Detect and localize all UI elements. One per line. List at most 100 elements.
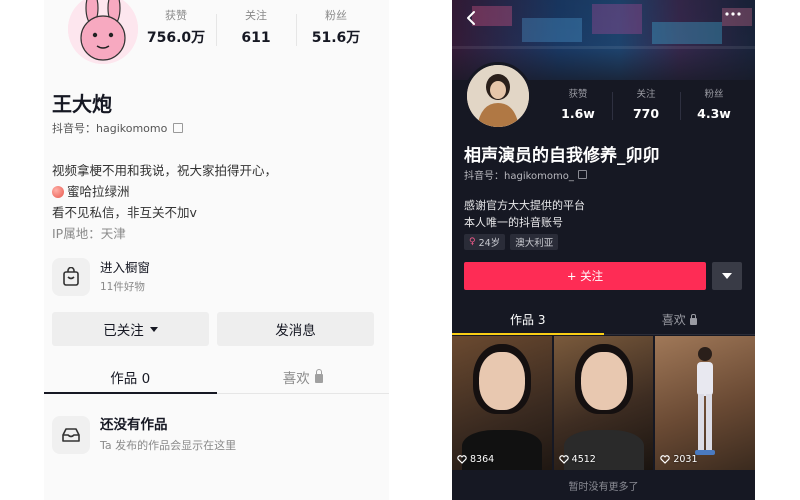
no-more-footer: 暂时没有更多了 [568,482,639,493]
shop-window-entry[interactable]: 进入橱窗 11件好物 [52,258,150,296]
empty-subtitle: Ta 发布的作品会显示在这里 [100,439,237,452]
right-handle-row: 抖音号：hagikomomo_ [464,167,587,182]
profile-avatar[interactable] [464,62,532,130]
bio-line: 蜜哈拉绿洲 [67,184,130,199]
copy-icon[interactable] [173,123,184,133]
video-like-count: 4512 [558,454,596,465]
thumbnail-face [478,352,525,410]
video-like-count: 8364 [457,454,494,465]
lock-icon [689,313,697,325]
send-message-button[interactable]: 发消息 [217,312,374,346]
bunny-avatar-icon [68,0,138,64]
copy-icon[interactable] [577,170,587,179]
stat-label: 获赞 [568,89,588,100]
dark-profile-screen: 获赞 1.6w 关注 770 粉丝 4.3w 相声演员的自我修养_卯卯 抖音号：… [452,0,755,500]
stat-label: 关注 [245,9,267,22]
stat-label: 获赞 [165,9,187,22]
age-tag: ♀ 24岁 [464,234,506,250]
follow-action-row: + 关注 [464,262,742,290]
thumbnail-face [580,352,627,410]
light-profile-screen: 获赞 756.0万 关注 611 粉丝 51.6万 王大炮 抖音号：hagiko… [44,0,389,500]
left-stat-following[interactable]: 关注 611 [216,8,296,52]
tag-label: 24岁 [478,238,501,249]
left-stat-likes[interactable]: 获赞 756.0万 [136,8,216,52]
right-profile-name: 相声演员的自我修养_卯卯 [464,146,660,166]
message-label: 发消息 [275,323,316,339]
left-action-buttons: 已关注 发消息 [52,312,374,346]
shopping-bag-icon [52,258,90,296]
thumbnail-figure [695,347,716,455]
like-count-text: 4512 [571,454,596,465]
left-profile-name: 王大炮 [52,92,112,116]
follow-label: + 关注 [566,269,604,283]
caret-down-icon [149,326,158,332]
ip-location: IP属地：天津 [52,226,126,241]
right-stats-row: 获赞 1.6w 关注 770 粉丝 4.3w [544,88,748,124]
bio-line: 视频拿梗不用和我说，祝大家拍得开心， [52,163,278,178]
bunny-avatar[interactable] [68,0,138,64]
back-arrow-icon[interactable] [464,10,480,26]
avatar-photo [467,65,529,127]
left-stats-row: 获赞 756.0万 关注 611 粉丝 51.6万 [136,8,376,52]
stat-value: 611 [241,30,271,46]
tab-label: 作品 0 [110,370,151,387]
left-handle-text: 抖音号：hagikomomo [52,122,168,135]
peach-emoji-icon [52,186,64,198]
right-handle-text: 抖音号：hagikomomo_ [464,171,574,182]
stat-value: 4.3w [697,106,731,121]
video-thumbnail[interactable]: 8364 [452,336,552,470]
caret-down-icon [722,273,732,279]
stat-value: 1.6w [561,106,595,121]
heart-outline-icon [558,455,569,464]
bio-line: 看不见私信，非互关不加v [52,205,197,220]
empty-title: 还没有作品 [100,417,168,433]
empty-works-state: 还没有作品 Ta 发布的作品会显示在这里 [52,416,236,454]
left-handle-row: 抖音号：hagikomomo [52,120,184,136]
video-thumbnail[interactable]: 4512 [553,336,654,470]
stat-label: 粉丝 [325,9,347,22]
stat-label: 关注 [636,89,656,100]
right-stat-following[interactable]: 关注 770 [612,88,680,124]
right-stat-likes[interactable]: 获赞 1.6w [544,88,612,124]
tab-likes[interactable]: 喜欢 [217,360,390,393]
more-dots-icon[interactable] [725,12,741,16]
right-stat-followers[interactable]: 粉丝 4.3w [680,88,748,124]
tab-label: 喜欢 [661,313,686,327]
left-tabs: 作品 0 喜欢 [44,360,389,394]
stat-value: 770 [632,106,660,121]
like-count-text: 8364 [470,454,495,465]
shop-subtitle: 11件好物 [100,280,145,293]
tab-label: 喜欢 [282,370,310,387]
video-thumbnail[interactable]: 2031 [655,336,755,470]
heart-outline-icon [457,455,467,464]
bio-line-with-emoji: 蜜哈拉绿洲 [52,181,277,202]
more-options-dropdown-button[interactable] [712,262,742,290]
tab-works[interactable]: 作品 3 [452,305,604,335]
video-grid: 8364 4512 2031 [452,336,755,470]
following-label: 已关注 [103,323,144,339]
like-count-text: 2031 [673,454,698,465]
heart-outline-icon [660,455,671,464]
tab-works[interactable]: 作品 0 [44,360,217,394]
right-bio: 感谢官方大大提供的平台 本人唯一的抖音账号 [464,197,585,231]
following-button[interactable]: 已关注 [52,312,209,346]
tab-label: 作品 3 [510,313,546,327]
right-tabs: 作品 3 喜欢 [452,305,755,335]
follow-button[interactable]: + 关注 [464,262,706,290]
shop-title: 进入橱窗 [100,259,151,275]
stat-label: 粉丝 [704,89,724,100]
tag-label: 澳大利亚 [515,238,554,249]
profile-tags: ♀ 24岁 澳大利亚 [464,234,559,250]
bio-line: 感谢官方大大提供的平台 [464,199,585,212]
lock-icon [314,368,323,383]
tab-likes[interactable]: 喜欢 [604,305,756,334]
inbox-tray-icon [52,416,90,454]
left-stat-followers[interactable]: 粉丝 51.6万 [296,8,376,52]
video-like-count: 2031 [660,454,698,465]
bio-line: 本人唯一的抖音账号 [464,216,563,229]
stat-value: 756.0万 [146,30,206,46]
stat-value: 51.6万 [311,30,361,46]
location-tag: 澳大利亚 [510,234,559,250]
female-symbol-icon: ♀ [469,237,476,247]
left-bio: 视频拿梗不用和我说，祝大家拍得开心， 蜜哈拉绿洲 看不见私信，非互关不加v IP… [52,160,277,244]
